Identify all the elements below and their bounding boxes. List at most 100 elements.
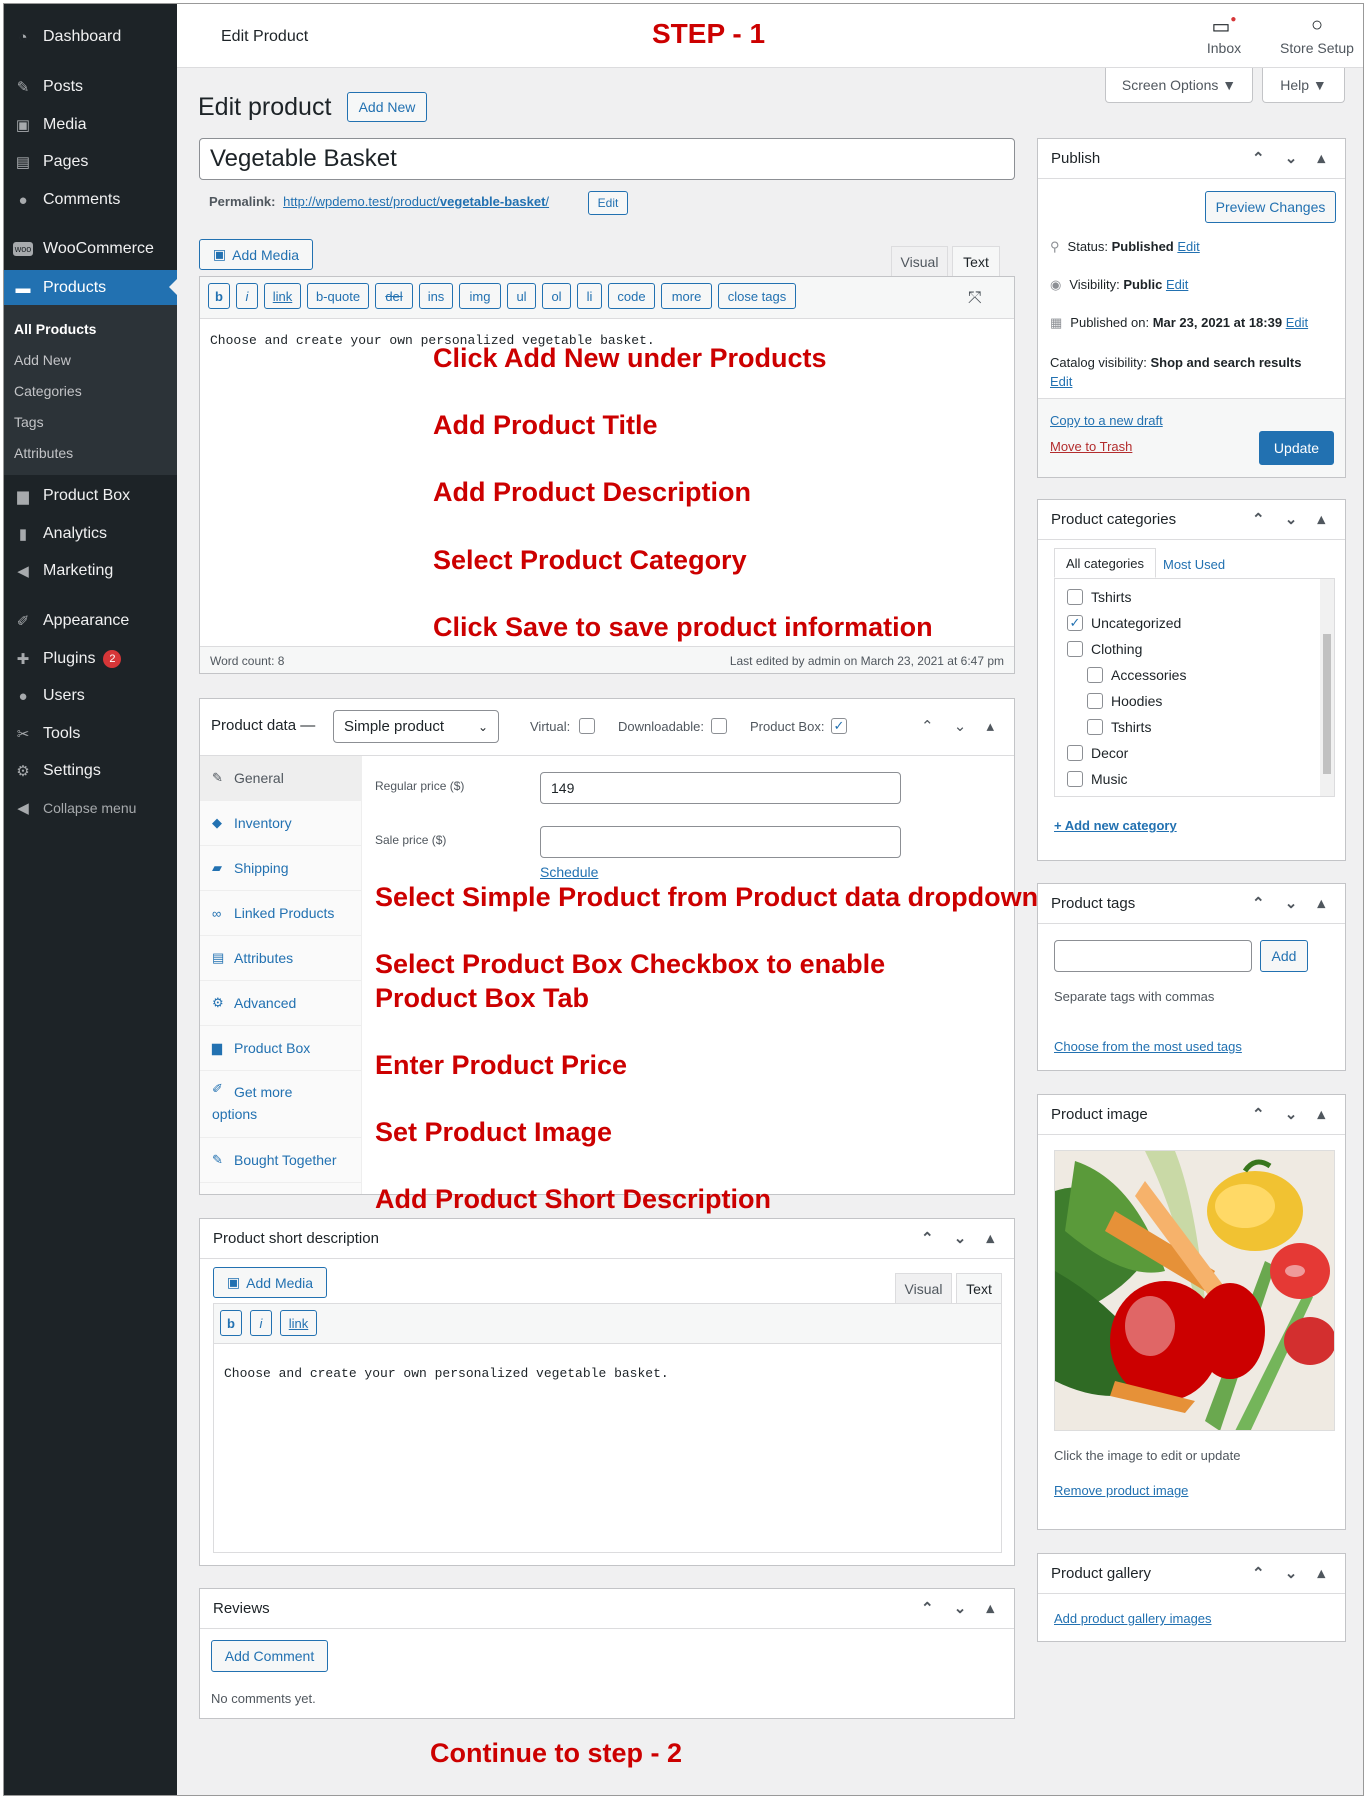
tab-all-categories[interactable]: All categories [1054, 548, 1156, 578]
add-new-button[interactable]: Add New [347, 92, 427, 122]
tab-product-box[interactable]: ▆ Product Box [200, 1026, 362, 1071]
sidebar-item-marketing[interactable]: ◀ Marketing [4, 554, 177, 588]
tab-bought-together[interactable]: ✎ Bought Together [200, 1138, 362, 1183]
category-checkbox[interactable] [1087, 719, 1103, 735]
qt-img-button[interactable]: img [459, 283, 501, 309]
qt-del-button[interactable]: del [375, 283, 413, 309]
status-edit-link[interactable]: Edit [1177, 239, 1199, 254]
tags-input[interactable] [1054, 940, 1252, 972]
qt-bquote-button[interactable]: b-quote [307, 283, 369, 309]
product-title-input[interactable]: Vegetable Basket [199, 138, 1015, 180]
category-item-uncategorized[interactable]: ✓ Uncategorized [1067, 615, 1181, 631]
catalog-edit-link[interactable]: Edit [1050, 374, 1072, 389]
sidebar-collapse-menu[interactable]: ◀ Collapse menu [4, 791, 177, 825]
downloadable-checkbox[interactable] [711, 718, 727, 734]
qt-close-tags-button[interactable]: close tags [718, 283, 796, 309]
add-new-category-link[interactable]: + Add new category [1054, 818, 1177, 833]
sidebar-item-tools[interactable]: ✂ Tools [4, 717, 177, 751]
product-image-thumbnail[interactable] [1054, 1150, 1335, 1431]
tab-inventory[interactable]: ◆ Inventory [200, 801, 362, 846]
sidebar-item-pages[interactable]: ▤ Pages [4, 145, 177, 179]
sidebar-item-settings[interactable]: ⚙ Settings [4, 754, 177, 788]
store-setup-button[interactable]: ○ Store Setup [1277, 14, 1357, 56]
sidebar-item-analytics[interactable]: ▮ Analytics [4, 517, 177, 551]
categories-box-controls[interactable]: ⌃ ⌄ ▴ [1252, 510, 1333, 528]
screen-options-button[interactable]: Screen Options ▼ [1105, 68, 1253, 103]
product-image-box-controls[interactable]: ⌃ ⌄ ▴ [1252, 1105, 1333, 1123]
remove-product-image-link[interactable]: Remove product image [1054, 1483, 1188, 1498]
category-scrollbar-thumb[interactable] [1323, 634, 1331, 774]
sidebar-item-woocommerce[interactable]: woo WooCommerce [4, 232, 177, 266]
short-desc-textarea[interactable]: Choose and create your own personalized … [224, 1366, 669, 1381]
category-item-clothing[interactable]: Clothing [1067, 641, 1142, 657]
help-button[interactable]: Help ▼ [1262, 68, 1345, 103]
tab-general[interactable]: ✎ General [200, 756, 362, 801]
sidebar-item-media[interactable]: ▣ Media [4, 108, 177, 142]
move-to-trash-link[interactable]: Move to Trash [1050, 439, 1132, 454]
tab-most-used[interactable]: Most Used [1163, 557, 1225, 572]
reviews-box-controls[interactable]: ⌃ ⌄ ▴ [921, 1599, 1002, 1617]
product-box-checkbox[interactable]: ✓ [831, 718, 847, 734]
sidebar-item-comments[interactable]: ● Comments [4, 183, 177, 217]
qt-bold-button[interactable]: b [208, 283, 230, 309]
category-checkbox[interactable] [1067, 641, 1083, 657]
category-item-music[interactable]: Music [1067, 771, 1128, 787]
sidebar-item-product-box[interactable]: ▆ Product Box [4, 479, 177, 513]
sidebar-item-appearance[interactable]: ✐ Appearance [4, 604, 177, 638]
sidebar-item-posts[interactable]: ✎ Posts [4, 70, 177, 104]
short-desc-qt-link-button[interactable]: link [280, 1310, 317, 1336]
short-desc-add-media-button[interactable]: ▣ Add Media [213, 1267, 327, 1298]
product-type-select[interactable]: Simple product ⌄ [333, 710, 499, 743]
virtual-checkbox[interactable] [579, 718, 595, 734]
add-gallery-images-link[interactable]: Add product gallery images [1054, 1611, 1212, 1626]
qt-more-button[interactable]: more [661, 283, 712, 309]
short-desc-tab-visual[interactable]: Visual [895, 1273, 952, 1303]
category-checkbox[interactable] [1067, 745, 1083, 761]
add-comment-button[interactable]: Add Comment [211, 1640, 328, 1672]
category-scrollbar[interactable] [1320, 579, 1334, 796]
qt-ul-button[interactable]: ul [507, 283, 536, 309]
submenu-tags[interactable]: Tags [14, 414, 44, 430]
category-item-tshirts[interactable]: Tshirts [1067, 589, 1131, 605]
sidebar-item-products[interactable]: ▬ Products [4, 270, 177, 306]
inbox-button[interactable]: ▭● Inbox [1194, 14, 1254, 56]
submenu-add-new[interactable]: Add New [14, 352, 71, 368]
qt-ins-button[interactable]: ins [419, 283, 453, 309]
sidebar-item-plugins[interactable]: ✚ Plugins 2 [4, 642, 177, 676]
qt-link-button[interactable]: link [264, 283, 301, 309]
category-checkbox[interactable] [1087, 693, 1103, 709]
submenu-attributes[interactable]: Attributes [14, 445, 73, 461]
tab-linked-products[interactable]: ∞ Linked Products [200, 891, 362, 936]
preview-changes-button[interactable]: Preview Changes [1205, 191, 1336, 223]
category-checkbox[interactable] [1067, 771, 1083, 787]
add-media-button[interactable]: ▣ Add Media [199, 239, 313, 270]
qt-code-button[interactable]: code [608, 283, 655, 309]
choose-tags-link[interactable]: Choose from the most used tags [1054, 1039, 1242, 1054]
short-desc-qt-italic-button[interactable]: i [250, 1310, 272, 1336]
category-item-hoodies[interactable]: Hoodies [1087, 693, 1162, 709]
copy-to-draft-link[interactable]: Copy to a new draft [1050, 413, 1163, 428]
sidebar-item-dashboard[interactable]: ◔ Dashboard [4, 20, 177, 54]
qt-li-button[interactable]: li [577, 283, 602, 309]
update-button[interactable]: Update [1259, 431, 1334, 465]
submenu-categories[interactable]: Categories [14, 383, 82, 399]
visibility-edit-link[interactable]: Edit [1166, 277, 1188, 292]
category-checkbox[interactable] [1087, 667, 1103, 683]
schedule-link[interactable]: Schedule [540, 864, 598, 880]
tab-text[interactable]: Text [952, 246, 1000, 276]
qt-italic-button[interactable]: i [236, 283, 258, 309]
category-item-tshirts-child[interactable]: Tshirts [1087, 719, 1151, 735]
short-desc-qt-bold-button[interactable]: b [220, 1310, 242, 1336]
tags-box-controls[interactable]: ⌃ ⌄ ▴ [1252, 894, 1333, 912]
sidebar-item-users[interactable]: ● Users [4, 679, 177, 713]
published-edit-link[interactable]: Edit [1286, 315, 1308, 330]
short-description-box-controls[interactable]: ⌃ ⌄ ▴ [921, 1229, 1002, 1247]
publish-box-controls[interactable]: ⌃ ⌄ ▴ [1252, 149, 1333, 167]
permalink-url[interactable]: http://wpdemo.test/product/vegetable-bas… [283, 194, 549, 209]
permalink-edit-button[interactable]: Edit [588, 191, 628, 215]
short-desc-tab-text[interactable]: Text [956, 1273, 1002, 1303]
tab-get-more-options[interactable]: ✐ Get more options [200, 1071, 362, 1138]
product-data-box-controls[interactable]: ⌃ ⌄ ▴ [921, 717, 1002, 735]
product-gallery-box-controls[interactable]: ⌃ ⌄ ▴ [1252, 1564, 1333, 1582]
regular-price-input[interactable]: 149 [540, 772, 901, 804]
